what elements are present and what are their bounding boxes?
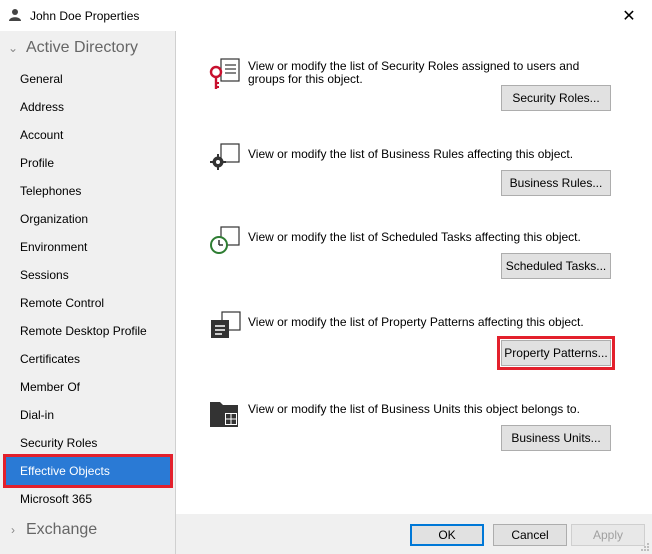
section-description: View or modify the list of Scheduled Tas… [248,230,581,244]
content-panel: View or modify the list of Security Role… [175,31,652,514]
dialog-footer: OK Cancel Apply [175,514,652,554]
sidebar-item-profile[interactable]: Profile [6,149,170,177]
sidebar-item-address[interactable]: Address [6,93,170,121]
group-label: Exchange [26,521,98,538]
sidebar-item-label: Environment [20,240,88,254]
window-title: John Doe Properties [30,9,140,23]
sidebar-item-dial-in[interactable]: Dial-in [6,401,170,429]
sidebar-item-label: Telephones [20,184,82,198]
sidebar-item-sessions[interactable]: Sessions [6,261,170,289]
sidebar-item-label: Remote Desktop Profile [20,324,147,338]
security-roles-button[interactable]: Security Roles... [501,85,611,111]
sidebar-item-label: Profile [20,156,55,170]
sidebar-item-general[interactable]: General [6,65,170,93]
sidebar-item-environment[interactable]: Environment [6,233,170,261]
sidebar-item-remote-control[interactable]: Remote Control [6,289,170,317]
sidebar-item-effective-objects[interactable]: Effective Objects [3,454,173,488]
sidebar-item-account[interactable]: Account [6,121,170,149]
business-rules-button[interactable]: Business Rules... [501,170,611,196]
group-label: Active Directory [26,39,139,56]
sidebar-item-microsoft-365[interactable]: Microsoft 365 [6,485,170,513]
sidebar: ⌄ Active Directory General Address Accou… [0,31,175,554]
scheduled-tasks-icon [210,226,240,254]
section-description: View or modify the list of Property Patt… [248,315,584,329]
sidebar-item-label: Microsoft 365 [20,492,93,506]
close-icon: ✕ [622,7,636,25]
apply-button: Apply [571,524,645,546]
sidebar-item-label: Account [20,128,64,142]
sidebar-item-member-of[interactable]: Member Of [6,373,170,401]
business-units-button[interactable]: Business Units... [501,425,611,451]
sidebar-item-label: Remote Control [20,296,105,310]
group-exchange[interactable]: › Exchange [0,515,175,545]
sidebar-item-security-roles[interactable]: Security Roles [6,429,170,457]
business-rules-icon [210,143,240,170]
scheduled-tasks-button[interactable]: Scheduled Tasks... [501,253,611,279]
close-button[interactable]: ✕ [606,0,652,31]
sidebar-item-organization[interactable]: Organization [6,205,170,233]
sidebar-item-certificates[interactable]: Certificates [6,345,170,373]
sidebar-item-label: Security Roles [20,436,98,450]
sidebar-item-remote-desktop-profile[interactable]: Remote Desktop Profile [6,317,170,345]
section-description: View or modify the list of Business Rule… [248,147,574,161]
security-roles-icon [209,58,240,89]
section-description: View or modify the list of Business Unit… [248,402,580,416]
sidebar-item-label: Certificates [20,352,81,366]
chevron-down-icon: ⌄ [7,41,19,55]
business-units-icon [210,402,238,427]
property-patterns-icon [211,311,241,338]
group-active-directory[interactable]: ⌄ Active Directory [0,33,175,63]
section-description: View or modify the list of Security Role… [248,59,580,86]
sidebar-item-label: General [20,72,63,86]
cancel-button[interactable]: Cancel [493,524,567,546]
sidebar-item-label: Member Of [20,380,81,394]
sidebar-item-telephones[interactable]: Telephones [6,177,170,205]
sidebar-item-label: Dial-in [20,408,55,422]
chevron-right-icon: › [11,523,15,537]
title-bar: John Doe Properties ✕ [0,0,652,31]
property-patterns-button[interactable]: Property Patterns... [497,336,615,370]
user-icon [9,9,21,21]
resize-grip-icon[interactable] [640,542,650,552]
sidebar-item-label: Organization [20,212,89,226]
sidebar-item-label: Address [20,100,65,114]
sidebar-item-label: Sessions [20,268,69,282]
sidebar-item-label: Effective Objects [20,464,110,478]
ok-button[interactable]: OK [410,524,484,546]
